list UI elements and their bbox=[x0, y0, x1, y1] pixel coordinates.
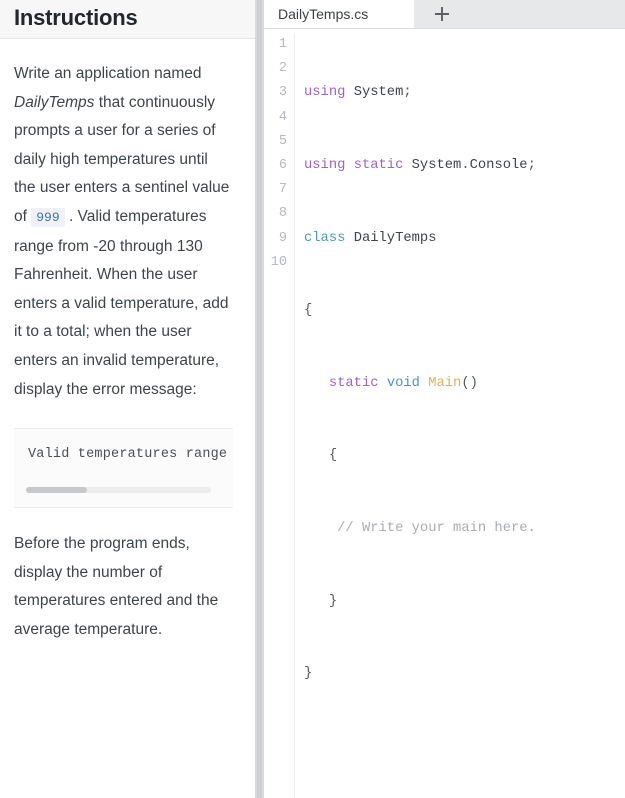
line-number: 9 bbox=[278, 230, 287, 246]
instructions-paragraph-2: Before the program ends, display the num… bbox=[14, 535, 219, 638]
line-number: 4 bbox=[278, 109, 287, 125]
error-message-code-block: Valid temperatures range bbox=[14, 428, 233, 509]
line-number: 1 bbox=[278, 37, 287, 52]
code-line: static void Main() bbox=[328, 375, 478, 391]
plus-icon bbox=[432, 4, 452, 24]
line-number: 7 bbox=[278, 182, 287, 198]
instructions-body: Write an application named DailyTemps th… bbox=[0, 39, 255, 645]
error-message-text: Valid temperatures range bbox=[28, 447, 228, 463]
code-line: } bbox=[304, 666, 313, 682]
coding-exercise-layout: Instructions Write an application named … bbox=[0, 0, 625, 798]
code-line: } bbox=[328, 593, 338, 609]
line-number: 5 bbox=[278, 133, 287, 149]
code-block-horizontal-scrollbar[interactable] bbox=[26, 487, 211, 494]
paragraph-1-text-after-emphasis: that continuously prompts a user for a s… bbox=[14, 93, 230, 225]
instructions-panel: Instructions Write an application named … bbox=[0, 0, 255, 798]
instructions-header: Instructions bbox=[0, 0, 255, 39]
code-line: { bbox=[304, 303, 313, 319]
line-number: 3 bbox=[278, 85, 287, 101]
line-number: 6 bbox=[278, 157, 287, 173]
panel-divider[interactable] bbox=[255, 0, 264, 798]
line-number: 10 bbox=[270, 254, 287, 270]
editor-tabbar: DailyTemps.cs bbox=[264, 0, 625, 29]
sentinel-value-inline-code: 999 bbox=[31, 207, 65, 227]
page-title: Instructions bbox=[14, 4, 138, 30]
instructions-paragraph-1: Write an application named DailyTemps th… bbox=[14, 39, 233, 404]
tab-dailytemps-cs[interactable]: DailyTemps.cs bbox=[264, 0, 414, 28]
code-line: class DailyTemps bbox=[304, 230, 437, 246]
line-number: 2 bbox=[278, 61, 287, 77]
app-name-emphasis: DailyTemps bbox=[14, 93, 95, 111]
code-line: { bbox=[328, 448, 338, 464]
line-number: 8 bbox=[278, 206, 287, 222]
paragraph-1-text-before-emphasis: Write an application named bbox=[14, 65, 202, 82]
code-line: using static System.Console; bbox=[304, 158, 536, 173]
line-number-gutter: 1 2 3 4 5 6 7 8 9 10 bbox=[264, 33, 295, 798]
new-tab-button[interactable] bbox=[414, 0, 470, 28]
panel-divider-scrollbar[interactable] bbox=[257, 0, 262, 798]
code-line: using System; bbox=[304, 85, 412, 101]
code-editor-panel: DailyTemps.cs 1 2 3 4 5 6 7 8 9 10 using… bbox=[264, 0, 625, 798]
tab-label: DailyTemps.cs bbox=[278, 5, 369, 22]
editor-surface[interactable]: 1 2 3 4 5 6 7 8 9 10 using System; using… bbox=[264, 29, 625, 798]
code-text-area[interactable]: using System; using static System.Consol… bbox=[295, 33, 625, 798]
code-line: // Write your main here. bbox=[337, 520, 536, 536]
paragraph-1-text-tail: . Valid temperatures range from -20 thro… bbox=[14, 207, 229, 398]
scrollbar-thumb[interactable] bbox=[26, 487, 88, 494]
